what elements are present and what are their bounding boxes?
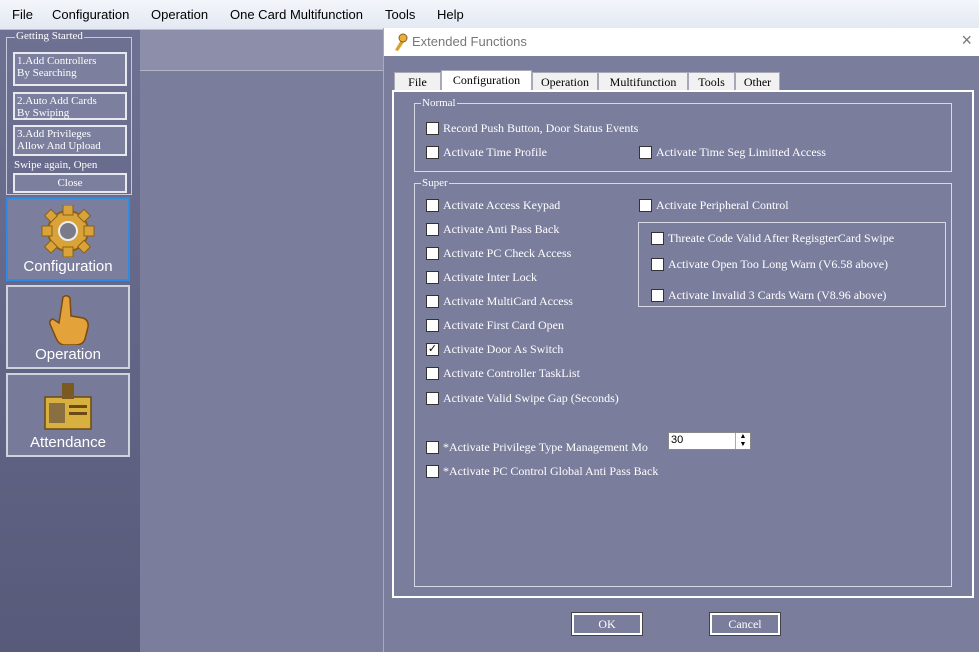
spin-up-icon[interactable]: ▲	[736, 433, 750, 441]
invalid-3-cards-label: Activate Invalid 3 Cards Warn (V8.96 abo…	[668, 288, 887, 302]
attendance-label: Attendance	[30, 434, 106, 451]
attendance-button[interactable]: Attendance	[6, 373, 130, 457]
add-controllers-button[interactable]: 1.Add Controllers By Searching	[13, 52, 127, 86]
time-profile-label: Activate Time Profile	[443, 145, 547, 159]
hand-pointer-icon	[49, 294, 89, 345]
controller-tasklist-label: Activate Controller TaskList	[443, 366, 580, 380]
normal-group-label: Normal	[421, 97, 457, 109]
open-too-long-checkbox[interactable]	[651, 258, 664, 271]
door-as-switch-checkbox[interactable]: ✓	[426, 343, 439, 356]
key-icon	[395, 33, 408, 51]
controller-tasklist-checkbox[interactable]	[426, 367, 439, 380]
normal-group: Normal	[414, 97, 952, 172]
main-header-band	[140, 30, 385, 71]
close-icon[interactable]: ×	[961, 30, 972, 51]
configuration-label: Configuration	[23, 258, 113, 275]
tab-other[interactable]: Other	[735, 72, 780, 90]
extended-functions-dialog: Extended Functions × File Configuration …	[383, 28, 979, 652]
anti-pass-back-label: Activate Anti Pass Back	[443, 222, 560, 236]
tab-file[interactable]: File	[394, 72, 441, 90]
menu-help[interactable]: Help	[437, 7, 464, 22]
access-keypad-label: Activate Access Keypad	[443, 198, 561, 212]
dialog-titlebar: Extended Functions ×	[384, 28, 979, 56]
privilege-mode-spinner[interactable]: 30 ▲ ▼	[668, 432, 751, 450]
tab-operation[interactable]: Operation	[532, 72, 598, 90]
privilege-type-checkbox[interactable]	[426, 441, 439, 454]
operation-label: Operation	[35, 346, 101, 363]
menu-bar: File Configuration Operation One Card Mu…	[0, 0, 979, 30]
tab-configuration[interactable]: Configuration	[441, 70, 532, 91]
dialog-title: Extended Functions	[412, 34, 527, 49]
spinner-arrows[interactable]: ▲ ▼	[735, 433, 750, 449]
valid-swipe-gap-checkbox[interactable]	[426, 392, 439, 405]
getting-started-title: Getting Started	[15, 30, 84, 42]
threat-code-checkbox[interactable]	[651, 232, 664, 245]
door-as-switch-label: Activate Door As Switch	[443, 342, 564, 356]
add-privileges-button[interactable]: 3.Add Privileges Allow And Upload	[13, 125, 127, 156]
record-push-button-checkbox[interactable]	[426, 122, 439, 135]
gear-icon	[41, 205, 95, 257]
invalid-3-cards-checkbox[interactable]	[651, 289, 664, 302]
open-too-long-label: Activate Open Too Long Warn (V6.58 above…	[668, 257, 889, 271]
pc-global-anti-pass-checkbox[interactable]	[426, 465, 439, 478]
peripheral-control-checkbox[interactable]	[639, 199, 652, 212]
first-card-open-checkbox[interactable]	[426, 319, 439, 332]
tab-multifunction[interactable]: Multifunction	[598, 72, 688, 90]
valid-swipe-gap-label: Activate Valid Swipe Gap (Seconds)	[443, 391, 619, 405]
cancel-button[interactable]: Cancel	[709, 612, 781, 636]
anti-pass-back-checkbox[interactable]	[426, 223, 439, 236]
close-button[interactable]: Close	[13, 173, 127, 193]
ok-button[interactable]: OK	[571, 612, 643, 636]
configuration-button[interactable]: Configuration	[6, 197, 130, 281]
menu-configuration[interactable]: Configuration	[52, 7, 129, 22]
menu-file[interactable]: File	[12, 7, 33, 22]
privilege-type-label: *Activate Privilege Type Management Mo	[443, 440, 648, 454]
peripheral-control-label: Activate Peripheral Control	[656, 198, 789, 212]
tab-tools[interactable]: Tools	[688, 72, 735, 90]
getting-started-group: Getting Started 1.Add Controllers By Sea…	[6, 30, 132, 195]
auto-add-cards-button[interactable]: 2.Auto Add Cards By Swiping	[13, 92, 127, 120]
menu-one-card-multifunction[interactable]: One Card Multifunction	[230, 7, 363, 22]
spin-down-icon[interactable]: ▼	[736, 441, 750, 449]
spinner-value: 30	[671, 434, 684, 446]
inter-lock-label: Activate Inter Lock	[443, 270, 537, 284]
super-group-label: Super	[421, 177, 449, 189]
multicard-access-checkbox[interactable]	[426, 295, 439, 308]
pc-global-anti-pass-label: *Activate PC Control Global Anti Pass Ba…	[443, 464, 659, 478]
tab-content: Normal Super Record Push Button, Door St…	[392, 90, 974, 598]
id-card-icon	[44, 383, 92, 430]
multicard-access-label: Activate MultiCard Access	[443, 294, 573, 308]
access-keypad-checkbox[interactable]	[426, 199, 439, 212]
operation-button[interactable]: Operation	[6, 285, 130, 369]
menu-operation[interactable]: Operation	[151, 7, 208, 22]
threat-code-label: Threate Code Valid After RegisgterCard S…	[668, 231, 895, 245]
menu-tools[interactable]: Tools	[385, 7, 415, 22]
first-card-open-label: Activate First Card Open	[443, 318, 564, 332]
pc-check-access-label: Activate PC Check Access	[443, 246, 572, 260]
time-seg-limited-checkbox[interactable]	[639, 146, 652, 159]
time-profile-checkbox[interactable]	[426, 146, 439, 159]
inter-lock-checkbox[interactable]	[426, 271, 439, 284]
pc-check-access-checkbox[interactable]	[426, 247, 439, 260]
swipe-hint: Swipe again, Open	[14, 159, 98, 171]
time-seg-limited-label: Activate Time Seg Limitted Access	[656, 145, 826, 159]
record-push-button-label: Record Push Button, Door Status Events	[443, 121, 639, 135]
